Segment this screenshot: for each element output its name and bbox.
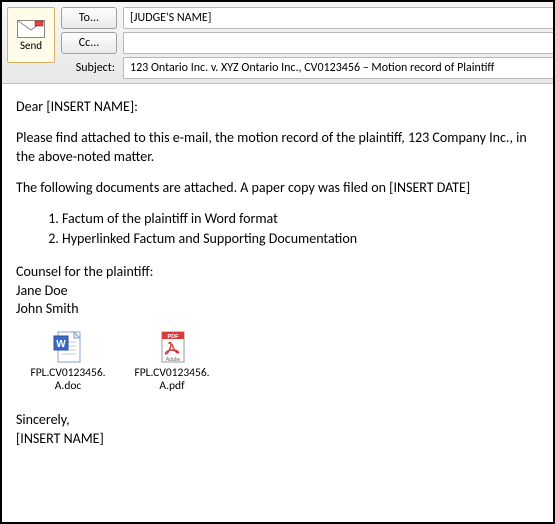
send-button[interactable]: Send [7,7,55,63]
attachment-doc[interactable]: W FPL.CV0123456. A.doc [24,330,112,393]
message-body[interactable]: Dear [INSERT NAME]: Please find attached… [2,84,553,458]
list-item: Hyperlinked Factum and Supporting Docume… [62,230,539,249]
cc-row: Cc... [61,32,553,54]
word-doc-icon: W [52,330,84,364]
counsel-header: Counsel for the plaintiff: [16,263,539,281]
list-item: Factum of the plaintiff in Word format [62,210,539,229]
attachment-pdf[interactable]: PDF Adobe FPL.CV0123456. A.pdf [128,330,216,393]
envelope-icon [17,20,45,38]
paragraph-1: Please find attached to this e-mail, the… [16,129,539,167]
counsel-name: Jane Doe [16,282,539,300]
to-row: To... [61,7,553,29]
cc-button[interactable]: Cc... [61,32,117,54]
signature-name: [INSERT NAME] [16,430,539,448]
attachment-filename-line2: A.doc [24,380,112,393]
subject-input[interactable] [123,57,553,79]
greeting: Dear [INSERT NAME]: [16,98,539,117]
signature-block: Sincerely, [INSERT NAME] [16,411,539,447]
svg-text:W: W [56,339,66,350]
paragraph-2: The following documents are attached. A … [16,179,539,198]
to-input[interactable] [123,7,553,29]
compose-header: Send To... Cc... Subject: [2,2,553,84]
svg-text:PDF: PDF [168,334,180,340]
svg-text:Adobe: Adobe [165,357,181,363]
subject-row: Subject: [61,57,553,79]
counsel-name: John Smith [16,300,539,318]
send-label: Send [20,40,42,51]
subject-label: Subject: [61,61,117,75]
attachments-row: W FPL.CV0123456. A.doc PDF Adobe FPL.CV0… [24,330,539,393]
closing: Sincerely, [16,411,539,429]
attachment-list: Factum of the plaintiff in Word format H… [16,210,539,250]
pdf-icon: PDF Adobe [156,330,188,364]
fields-column: To... Cc... Subject: [61,5,553,83]
cc-input[interactable] [123,32,553,54]
attachment-filename-line2: A.pdf [128,380,216,393]
counsel-block: Counsel for the plaintiff: Jane Doe John… [16,263,539,318]
to-button[interactable]: To... [61,7,117,29]
